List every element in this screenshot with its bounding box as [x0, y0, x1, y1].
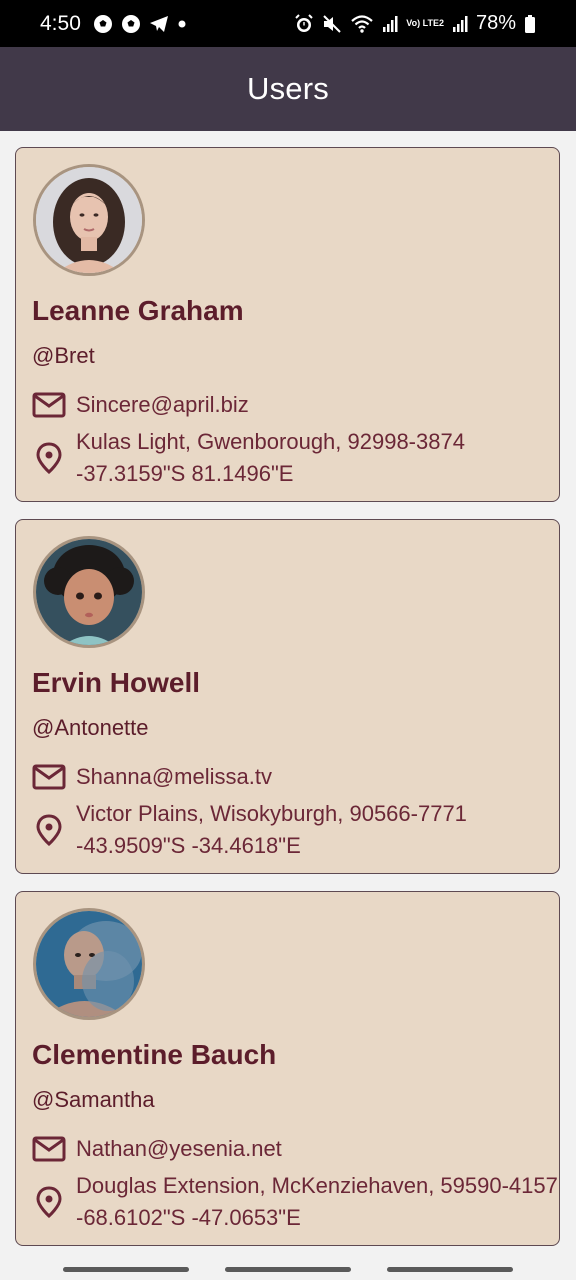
email-row[interactable]: Sincere@april.biz: [32, 391, 249, 419]
avatar: [33, 908, 145, 1020]
mail-icon: [32, 764, 66, 790]
signal-icon: [452, 15, 468, 33]
battery-icon: [524, 14, 536, 34]
user-card[interactable]: Leanne Graham @Bret Sincere@april.biz Ku…: [15, 147, 560, 502]
mail-icon: [32, 392, 66, 418]
location-pin-icon: [36, 814, 62, 847]
user-handle: @Samantha: [32, 1087, 155, 1112]
user-email[interactable]: Nathan@yesenia.net: [76, 1136, 282, 1162]
user-name: Clementine Bauch: [32, 1039, 277, 1070]
system-nav-bar: [0, 1258, 576, 1280]
email-row[interactable]: Shanna@melissa.tv: [32, 763, 272, 791]
user-handle: @Bret: [32, 343, 95, 368]
user-geo: -68.6102"S -47.0653"E: [76, 1205, 301, 1230]
user-card[interactable]: Ervin Howell @Antonette Shanna@melissa.t…: [15, 519, 560, 874]
user-email[interactable]: Shanna@melissa.tv: [76, 764, 272, 790]
status-time: 4:50: [40, 11, 81, 35]
address-row[interactable]: Douglas Extension, McKenziehaven, 59590-…: [32, 1170, 558, 1234]
location-pin-icon: [36, 442, 62, 475]
wifi-icon: [350, 14, 374, 34]
page-title: Users: [247, 71, 329, 106]
app-bar: Users: [0, 47, 576, 131]
user-address: Victor Plains, Wisokyburgh, 90566-7771: [76, 801, 467, 826]
signal-icon: [382, 15, 398, 33]
mail-icon: [32, 1136, 66, 1162]
nav-back-handle[interactable]: [387, 1267, 513, 1272]
battery-percent: 78%: [475, 12, 516, 34]
soccer-ball-icon: [121, 14, 141, 34]
mute-icon: [322, 14, 342, 34]
alarm-icon: [294, 13, 314, 34]
user-name: Leanne Graham: [32, 295, 244, 326]
email-row[interactable]: Nathan@yesenia.net: [32, 1135, 282, 1163]
nav-recents-handle[interactable]: [63, 1267, 189, 1272]
location-pin-icon: [36, 1186, 62, 1219]
status-bar: 4:50 Vo) LTE2 78%: [0, 0, 576, 47]
user-email[interactable]: Sincere@april.biz: [76, 392, 249, 418]
user-geo: -37.3159"S 81.1496"E: [76, 461, 294, 486]
telegram-icon: [149, 14, 169, 34]
avatar: [33, 164, 145, 276]
user-handle: @Antonette: [32, 715, 149, 740]
address-row[interactable]: Kulas Light, Gwenborough, 92998-3874 -37…: [32, 426, 465, 490]
user-card[interactable]: Clementine Bauch @Samantha Nathan@yeseni…: [15, 891, 560, 1246]
nav-home-handle[interactable]: [225, 1267, 351, 1272]
address-row[interactable]: Victor Plains, Wisokyburgh, 90566-7771 -…: [32, 798, 467, 862]
volte-icon: Vo) LTE2: [406, 18, 444, 28]
user-address: Douglas Extension, McKenziehaven, 59590-…: [76, 1173, 558, 1198]
user-address: Kulas Light, Gwenborough, 92998-3874: [76, 429, 465, 454]
user-name: Ervin Howell: [32, 667, 201, 698]
avatar: [33, 536, 145, 648]
user-geo: -43.9509"S -34.4618"E: [76, 833, 301, 858]
soccer-ball-icon: [93, 14, 113, 34]
dot-icon: [177, 19, 187, 29]
